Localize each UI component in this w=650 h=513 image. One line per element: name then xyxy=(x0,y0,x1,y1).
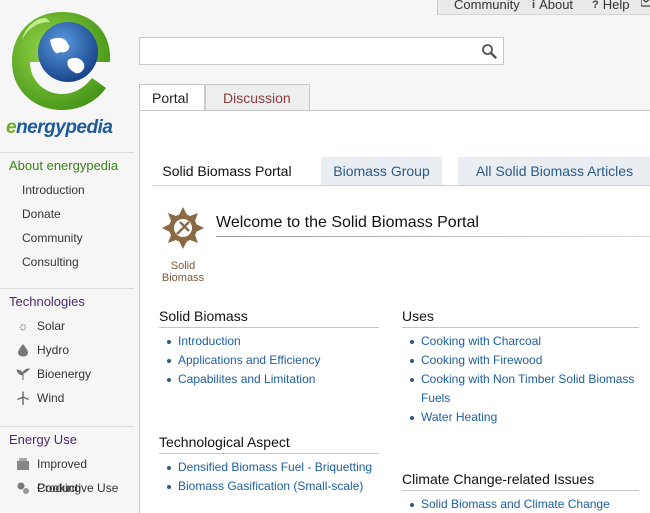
tab-biomass-group[interactable]: Biomass Group xyxy=(321,157,442,185)
tab-divider xyxy=(152,185,650,186)
section-divider xyxy=(159,453,379,454)
sidebar: About energypedia Introduction Donate Co… xyxy=(0,152,134,500)
search-box[interactable] xyxy=(139,37,504,65)
solid-biomass-badge-icon xyxy=(160,205,206,251)
question-icon: ? xyxy=(592,0,599,11)
sidebar-heading-energy-use: Energy Use xyxy=(0,426,134,452)
tab-discussion[interactable]: Discussion xyxy=(205,84,310,111)
sidebar-item-wind[interactable]: Wind xyxy=(0,386,134,410)
list-item-continued[interactable]: Fuels xyxy=(402,389,634,408)
search-input[interactable] xyxy=(140,38,470,64)
section-divider xyxy=(402,327,639,328)
sidebar-item-productive-use[interactable]: Productive Use xyxy=(0,476,134,500)
sidebar-item-community[interactable]: Community xyxy=(0,226,134,250)
sidebar-item-improved-cooking[interactable]: Improved Cooking xyxy=(0,452,134,495)
sidebar-item-label: Hydro xyxy=(37,343,70,357)
tab-all-solid-biomass-articles[interactable]: All Solid Biomass Articles xyxy=(458,157,650,185)
page-title: Welcome to the Solid Biomass Portal xyxy=(216,214,479,231)
title-divider xyxy=(216,236,650,237)
sidebar-item-bioenergy[interactable]: Bioenergy xyxy=(0,362,134,386)
climate-list: Solid Biomass and Climate Change xyxy=(402,495,610,513)
list-item[interactable]: Capabilites and Limitation xyxy=(159,370,321,389)
water-drop-icon xyxy=(16,343,30,357)
sidebar-item-label: Productive Use xyxy=(37,481,119,495)
mail-icon[interactable] xyxy=(641,0,650,7)
list-item[interactable]: Densified Biomass Fuel - Briquetting xyxy=(159,458,372,477)
sidebar-item-donate[interactable]: Donate xyxy=(0,202,134,226)
section-title-solid-biomass: Solid Biomass xyxy=(159,308,248,324)
list-item[interactable]: Water Heating xyxy=(402,408,634,427)
sun-icon: ☼ xyxy=(17,319,29,333)
solid-biomass-list: Introduction Applications and Efficiency… xyxy=(159,332,321,389)
tech-aspect-list: Densified Biomass Fuel - Briquetting Bio… xyxy=(159,458,372,496)
uses-list: Cooking with Charcoal Cooking with Firew… xyxy=(402,332,634,427)
sidebar-item-hydro[interactable]: Hydro xyxy=(0,338,134,362)
help-link[interactable]: ? Help xyxy=(592,0,629,12)
list-item[interactable]: Cooking with Firewood xyxy=(402,351,634,370)
section-title-uses: Uses xyxy=(402,308,434,324)
help-link-label: Help xyxy=(602,0,630,12)
stove-icon xyxy=(16,457,30,471)
section-title-technological-aspect: Technological Aspect xyxy=(159,434,290,450)
sidebar-item-label: Solar xyxy=(37,319,66,333)
badge-label: Solid Biomass xyxy=(161,260,205,284)
sidebar-item-solar[interactable]: ☼ Solar xyxy=(0,314,134,338)
content-area: Biomass Group All Solid Biomass Articles… xyxy=(139,110,650,513)
sidebar-item-label: Wind xyxy=(37,391,65,405)
sidebar-item-consulting[interactable]: Consulting xyxy=(0,250,134,274)
tab-solid-biomass-portal[interactable]: Solid Biomass Portal xyxy=(152,157,302,185)
gears-icon xyxy=(16,481,30,495)
plant-icon xyxy=(16,367,31,381)
sidebar-item-label: Bioenergy xyxy=(37,367,92,381)
section-title-climate-change: Climate Change-related Issues xyxy=(402,471,595,487)
search-icon[interactable] xyxy=(481,43,497,59)
sidebar-heading-technologies: Technologies xyxy=(0,288,134,314)
sidebar-item-introduction[interactable]: Introduction xyxy=(0,178,134,202)
wind-turbine-icon xyxy=(16,391,30,405)
logo-wordmark: energypedia xyxy=(6,117,113,138)
section-divider xyxy=(159,327,379,328)
community-link[interactable]: Community xyxy=(454,0,520,12)
info-icon: i xyxy=(532,0,536,11)
list-item[interactable]: Cooking with Charcoal xyxy=(402,332,634,351)
section-divider xyxy=(402,490,639,491)
list-item[interactable]: Introduction xyxy=(159,332,321,351)
list-item[interactable]: Cooking with Non Timber Solid Biomass xyxy=(402,370,634,389)
list-item[interactable]: Applications and Efficiency xyxy=(159,351,321,370)
tab-portal[interactable]: Portal xyxy=(139,84,205,111)
sidebar-heading-about: About energypedia xyxy=(0,152,134,178)
list-item[interactable]: Solid Biomass and Climate Change xyxy=(402,495,610,513)
list-item[interactable]: Biomass Gasification (Small-scale) xyxy=(159,477,372,496)
about-link[interactable]: i About xyxy=(532,0,573,12)
about-link-label: About xyxy=(539,0,574,12)
